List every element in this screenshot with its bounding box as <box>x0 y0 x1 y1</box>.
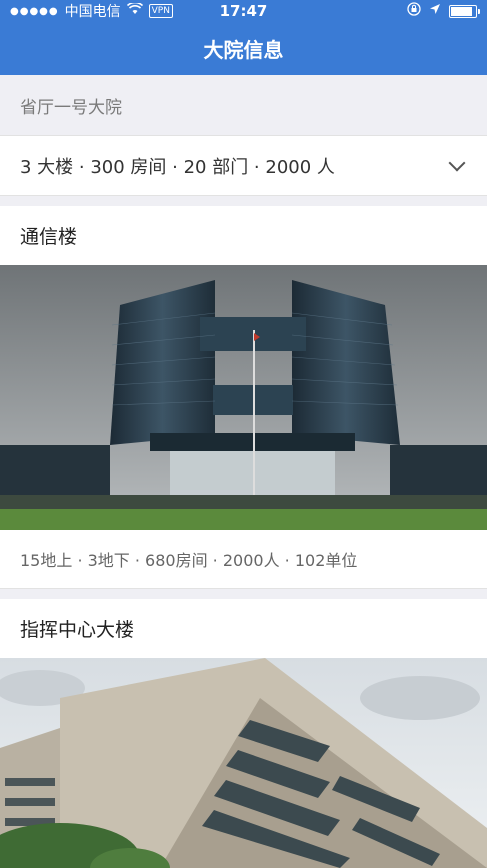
compound-summary: 3 大楼 · 300 房间 · 20 部门 · 2000 人 <box>20 156 335 178</box>
carrier-label: 中国电信 <box>64 4 121 20</box>
building-stats: 15地上 · 3地下 · 680房间 · 2000人 · 102单位 <box>0 530 487 589</box>
building-card[interactable]: 指挥中心大楼 <box>0 599 487 868</box>
compound-summary-row[interactable]: 3 大楼 · 300 房间 · 20 部门 · 2000 人 <box>0 135 487 196</box>
location-icon <box>429 3 441 19</box>
battery-icon <box>449 4 480 18</box>
page-title: 大院信息 <box>203 38 284 62</box>
compound-name: 省厅一号大院 <box>0 75 487 135</box>
chevron-down-icon[interactable] <box>448 154 466 171</box>
building-name: 指挥中心大楼 <box>20 619 135 641</box>
status-right <box>407 2 480 20</box>
status-bar: ●●●●● 中国电信 VPN 17:47 <box>0 0 487 22</box>
wifi-icon <box>126 1 143 19</box>
vpn-icon: VPN <box>148 4 173 18</box>
nav-bar: 大院信息 <box>0 22 487 75</box>
building-photo[interactable] <box>0 265 487 530</box>
building-photo[interactable] <box>0 658 487 868</box>
building-card[interactable]: 通信楼 15地上 · 3地下 · 680房间 · 2000人 · 102单位 <box>0 206 487 589</box>
divider <box>0 196 487 206</box>
signal-icon: ●●●●● <box>10 5 59 17</box>
lock-rotation-icon <box>407 2 421 20</box>
status-left: ●●●●● 中国电信 VPN <box>10 1 173 21</box>
building-name: 通信楼 <box>20 226 78 248</box>
divider <box>0 589 487 599</box>
